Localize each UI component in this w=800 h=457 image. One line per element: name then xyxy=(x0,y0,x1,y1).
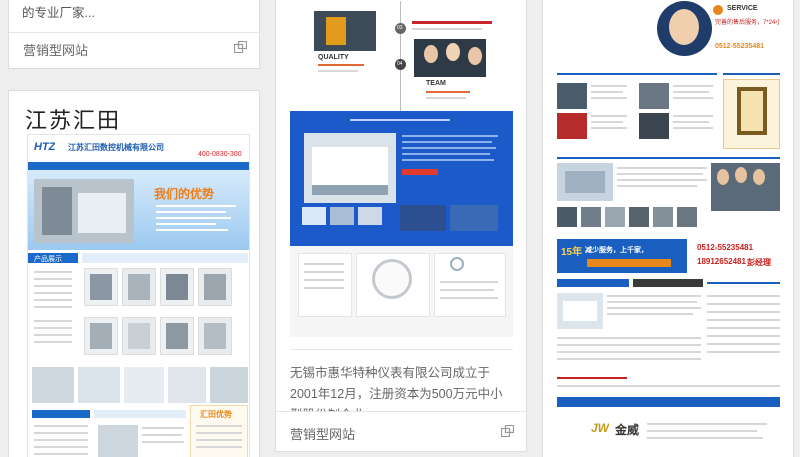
thumb-banner-phone-1: 0512-55235481 xyxy=(697,243,754,252)
thumb-side-head: 产品展示 xyxy=(34,256,62,263)
thumb-company-name: 江苏汇田数控机械有限公司 xyxy=(68,143,164,152)
expand-icon[interactable] xyxy=(234,41,247,53)
case-title: 江苏汇田 xyxy=(25,108,122,133)
thumb-quality-label: QUALITY xyxy=(318,54,349,61)
thumb-footer-logo: JW xyxy=(591,421,609,435)
thumb-banner-text: 减少服务，上千家， xyxy=(585,247,648,254)
case-snippet: 的专业厂家... xyxy=(22,6,95,20)
step-number: 03 xyxy=(397,25,403,31)
case-thumbnail[interactable]: HTZ 江苏汇田数控机械有限公司 400-0830-300 我们的优势 产品展示 xyxy=(27,134,250,457)
case-thumbnail[interactable]: SERVICE 完善的售后服务，7*24小时上门维护 0512-55235481 xyxy=(557,1,780,453)
case-footer-label: 营销型网站 xyxy=(290,427,356,442)
thumb-banner-title: 15年 xyxy=(561,247,583,258)
thumb-footer-logo-cn: 金威 xyxy=(615,423,640,437)
case-thumbnail[interactable]: QUALITY 03 04 TEAM xyxy=(290,1,513,337)
thumb-service-label: SERVICE xyxy=(727,5,758,12)
expand-icon[interactable] xyxy=(501,425,514,437)
thumb-banner-contact: 彭经理 xyxy=(747,258,771,267)
case-footer-label: 营销型网站 xyxy=(23,43,89,58)
thumb-service-phone: 0512-55235481 xyxy=(715,43,765,50)
thumb-banner-text: 我们的优势 xyxy=(154,187,215,201)
step-number: 04 xyxy=(397,61,403,67)
case-card-jinwei[interactable]: SERVICE 完善的售后服务，7*24小时上门维护 0512-55235481 xyxy=(542,0,794,457)
thumb-team-label: TEAM xyxy=(426,80,446,87)
case-card-top-left[interactable]: 的专业厂家... 营销型网站 xyxy=(8,0,260,69)
thumb-advantage-head: 汇田优势 xyxy=(200,410,232,419)
thumb-banner-phone-2: 18912652481 xyxy=(697,257,746,266)
case-card-jiangsu-huitian[interactable]: 江苏汇田 HTZ 江苏汇田数控机械有限公司 400-0830-300 我们的优势… xyxy=(8,90,260,457)
thumb-service-text: 完善的售后服务，7*24小时上门维护 xyxy=(715,20,780,26)
case-card-huihua[interactable]: QUALITY 03 04 TEAM 无锡市惠华特种仪表有限公司成立于2001年… xyxy=(275,0,527,452)
thumb-phone: 400-0830-300 xyxy=(198,151,242,158)
thumb-logo: HTZ xyxy=(34,141,56,153)
